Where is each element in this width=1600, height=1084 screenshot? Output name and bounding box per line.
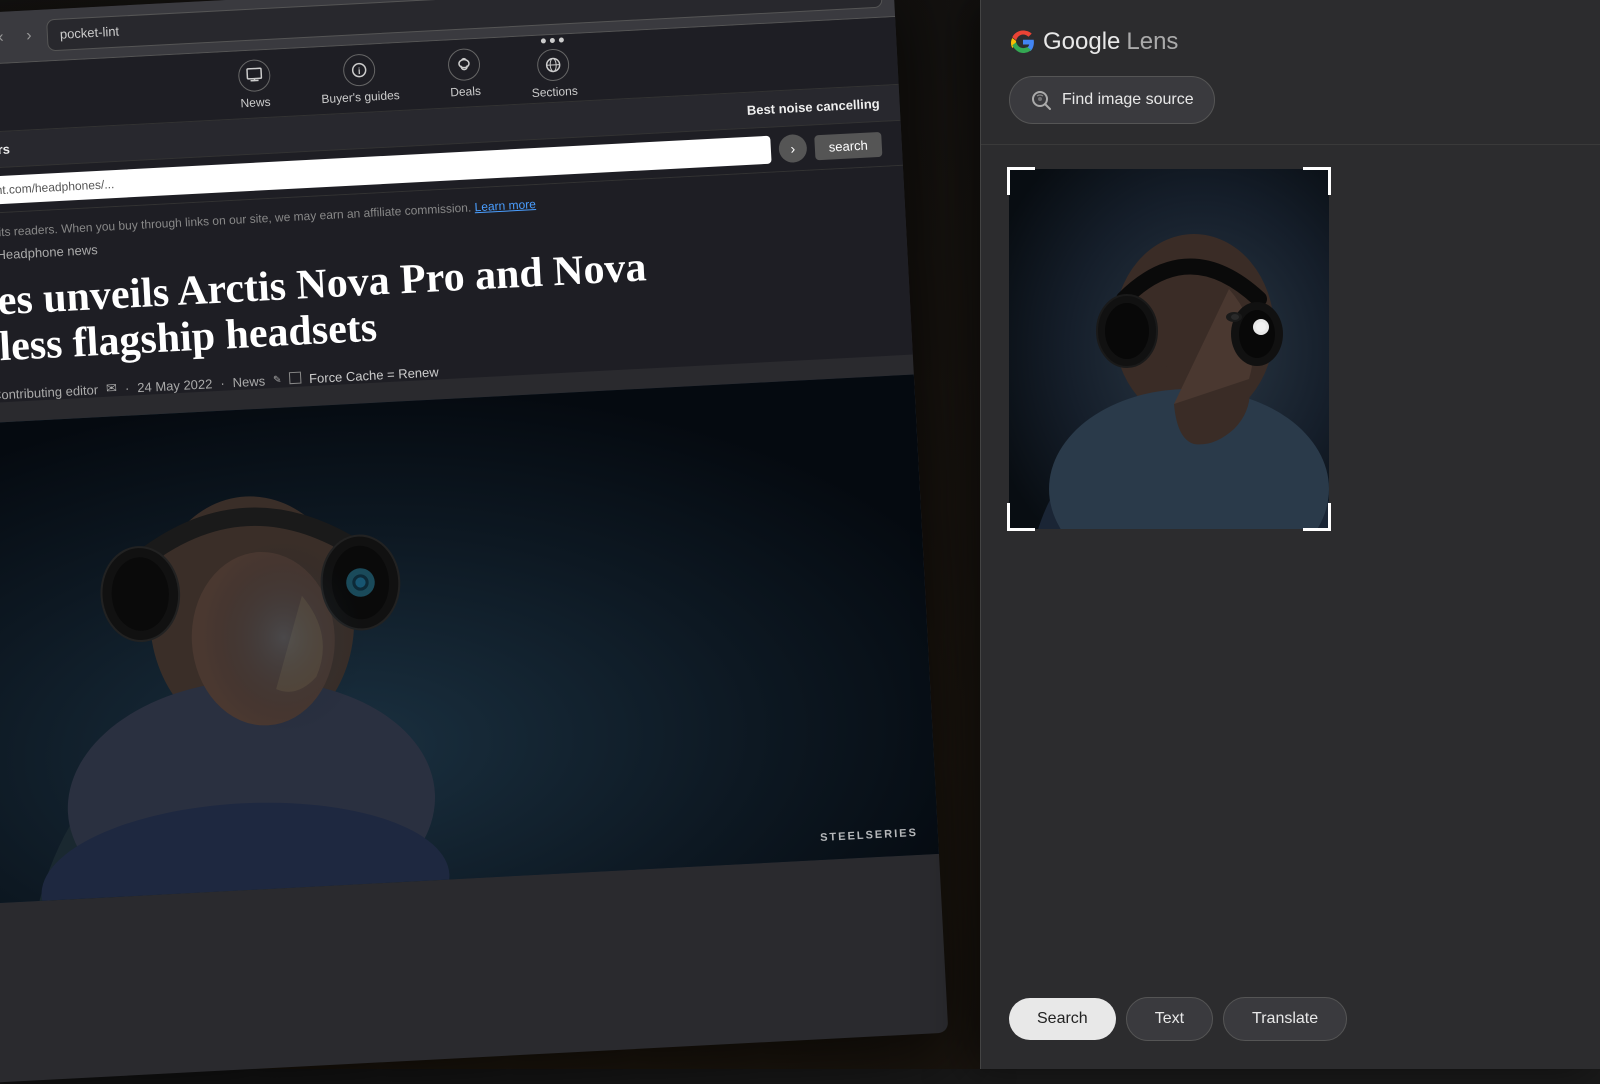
news-icon (237, 58, 271, 92)
author-role: Contributing editor (0, 382, 98, 403)
find-image-source-button[interactable]: Find image source (1009, 76, 1215, 124)
google-lens-title: Google Lens (1009, 28, 1572, 56)
lens-image-preview (1009, 169, 1329, 529)
top-bar-left-text: Top in-ears (0, 142, 10, 161)
navigate-icon[interactable]: › (778, 134, 807, 163)
edit-icon: ✎ (273, 374, 282, 385)
globe-icon (537, 48, 571, 82)
url-text: pocket-lint.com/headphones/... (0, 177, 115, 200)
separator2: · (220, 375, 225, 390)
learn-more-link[interactable]: Learn more (474, 197, 536, 214)
force-cache-text: Force Cache = Renew (309, 364, 439, 386)
email-icon: ✉ (106, 381, 118, 398)
selection-corner-tr (1303, 167, 1331, 195)
search-button[interactable]: search (814, 131, 882, 159)
publish-date: 24 May 2022 (137, 376, 213, 395)
deals-icon (447, 47, 481, 81)
separator: · (125, 380, 130, 395)
buyers-guides-icon: i (342, 53, 376, 87)
selection-corner-bl (1007, 503, 1035, 531)
google-lens-panel: Google Lens Find image source (980, 0, 1600, 1069)
translate-tab[interactable]: Translate (1223, 997, 1347, 1041)
address-text: pocket-lint (59, 24, 119, 42)
force-cache-checkbox[interactable] (289, 371, 302, 384)
browser-window: ‹ › pocket-lint News i (0, 0, 948, 1084)
nav-buttons: ‹ › (0, 25, 39, 47)
sections-dots-icon (540, 37, 563, 43)
nav-item-buyers-guides[interactable]: i Buyer's guides (319, 52, 400, 106)
find-image-source-label: Find image source (1062, 91, 1194, 109)
top-bar-right-text: Best noise cancelling (746, 96, 880, 118)
lens-image-frame (1009, 169, 1329, 529)
google-text: Google (1043, 28, 1120, 56)
svg-text:i: i (358, 66, 361, 76)
buyers-guides-label: Buyer's guides (321, 88, 400, 106)
back-icon[interactable]: ‹ (0, 27, 11, 48)
lens-tabs: Search Text Translate (981, 977, 1600, 1069)
lens-header: Google Lens Find image source (981, 0, 1600, 145)
sections-label: Sections (531, 84, 578, 100)
selection-corner-tl (1007, 167, 1035, 195)
hero-person-svg (0, 375, 939, 906)
lens-text: Lens (1126, 28, 1178, 56)
text-tab[interactable]: Text (1126, 997, 1213, 1041)
news-label: News (240, 94, 271, 110)
nav-item-sections[interactable]: Sections (529, 37, 578, 100)
lens-preview-svg (1009, 169, 1329, 529)
hero-image: STEELSERIES (0, 375, 939, 906)
selection-corner-br (1303, 503, 1331, 531)
nav-item-deals[interactable]: Deals (447, 47, 482, 99)
nav-item-news[interactable]: News (237, 58, 272, 110)
google-g-icon (1009, 28, 1037, 56)
forward-icon[interactable]: › (18, 25, 39, 46)
search-tab[interactable]: Search (1009, 998, 1116, 1040)
lens-search-icon (1030, 89, 1052, 111)
article-tag: News (232, 373, 265, 390)
force-cache-label: Force Cache = Renew (289, 364, 439, 387)
deals-label: Deals (450, 83, 481, 99)
